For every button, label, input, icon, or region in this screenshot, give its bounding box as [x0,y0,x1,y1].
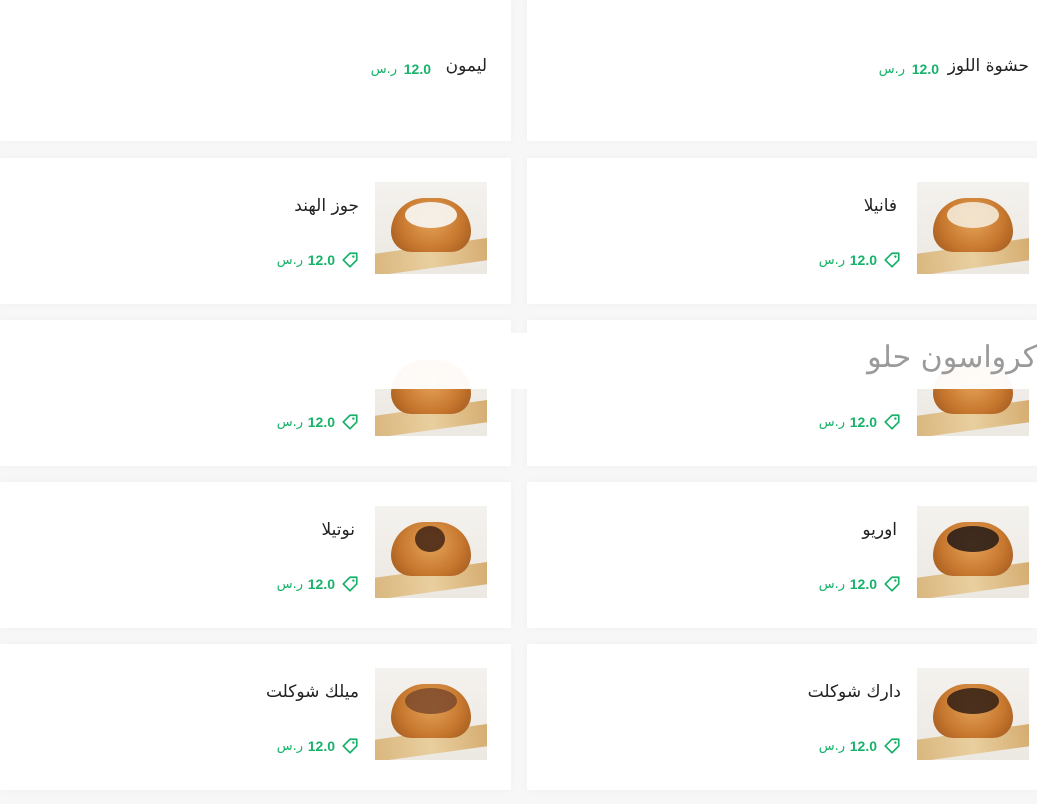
product-card[interactable]: ميلك شوكلت 12.0 ر.س [0,644,511,790]
currency-label: ر.س [276,577,303,592]
price: 12.0 ر.س [819,414,901,432]
product-card-almond[interactable]: حشوة اللوز 12.0 ر.س [527,0,1037,141]
product-image [375,668,487,760]
price-value: 12.0 [911,61,939,77]
currency-label: ر.س [818,577,845,592]
product-card-lemon[interactable]: ليمون 12.0 ر.س [0,0,511,141]
topping [405,202,457,228]
product-name: نوتيلا [321,520,355,540]
tag-icon [884,738,900,754]
product-image [375,182,487,274]
tag-icon [884,576,900,592]
currency-label: ر.س [878,62,905,77]
price: 12.0 ر.س [371,61,431,79]
tag-icon [884,414,900,430]
price: 12.0 ر.س [277,414,359,432]
product-name: ليمون [445,56,487,76]
topping [947,688,999,714]
price-value: 12.0 [307,738,335,754]
product-image [917,182,1029,274]
price: 12.0 ر.س [277,576,359,594]
price-value: 12.0 [403,61,431,77]
price-value: 12.0 [849,252,877,268]
product-card[interactable]: اوريو 12.0 ر.س [527,482,1037,628]
price: 12.0 ر.س [819,252,901,270]
product-image [917,506,1029,598]
category-title: كرواسون حلو [867,340,1037,375]
product-name: اوريو [862,520,897,540]
currency-label: ر.س [818,253,845,268]
tag-icon [884,252,900,268]
product-image [375,506,487,598]
product-card[interactable]: نوتيلا 12.0 ر.س [0,482,511,628]
product-image [917,668,1029,760]
price: 12.0 ر.س [277,252,359,270]
price-value: 12.0 [307,252,335,268]
topping [405,688,457,714]
tag-icon [342,738,358,754]
currency-label: ر.س [276,415,303,430]
price-value: 12.0 [307,414,335,430]
price: 12.0 ر.س [819,576,901,594]
price-value: 12.0 [849,738,877,754]
price: 12.0 ر.س [277,738,359,756]
currency-label: ر.س [276,739,303,754]
currency-label: ر.س [818,415,845,430]
product-name: دارك شوكلت [807,682,901,702]
tag-icon [342,414,358,430]
price: 12.0 ر.س [879,61,939,79]
price-value: 12.0 [307,576,335,592]
price-value: 12.0 [849,576,877,592]
price-value: 12.0 [849,414,877,430]
product-card[interactable]: جوز الهند 12.0 ر.س [0,158,511,304]
currency-label: ر.س [370,62,397,77]
product-card[interactable]: فانيلا 12.0 ر.س [527,158,1037,304]
tag-icon [342,252,358,268]
price: 12.0 ر.س [819,738,901,756]
currency-label: ر.س [818,739,845,754]
product-card[interactable]: دارك شوكلت 12.0 ر.س [527,644,1037,790]
product-name: حشوة اللوز [947,56,1029,76]
product-name: فانيلا [863,196,897,216]
currency-label: ر.س [276,253,303,268]
product-name: جوز الهند [294,196,359,216]
topping [947,202,999,228]
product-name: ميلك شوكلت [265,682,359,702]
tag-icon [342,576,358,592]
topping [947,526,999,552]
topping [415,526,445,552]
